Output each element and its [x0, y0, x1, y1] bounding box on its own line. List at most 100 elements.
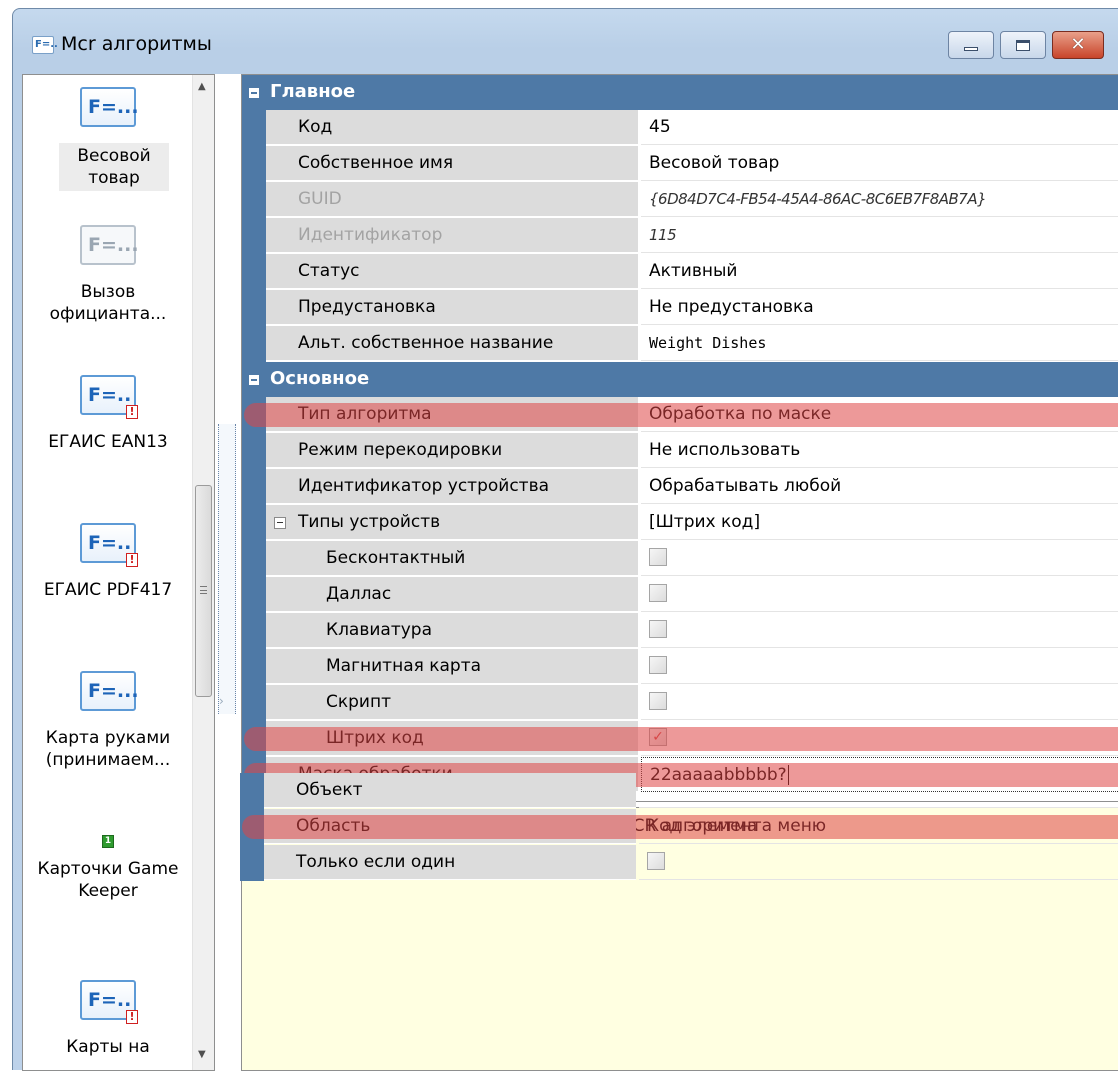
- checkbox[interactable]: [649, 691, 667, 710]
- row-gutter: [242, 433, 266, 469]
- prop-name: Предустановка: [266, 290, 638, 325]
- prop-name: Объект: [264, 773, 636, 808]
- prop-value[interactable]: Код элемента меню: [639, 809, 1118, 844]
- row-gutter: [242, 397, 266, 433]
- prop-value[interactable]: Обрабатывать любой: [641, 469, 1118, 504]
- row-gutter: [242, 613, 266, 649]
- list-item-label: Весовой товар: [59, 143, 169, 191]
- list-item[interactable]: F=... Весовой товар: [23, 87, 193, 191]
- prop-row-recode-mode[interactable]: Режим перекодировки Не использовать: [242, 433, 1118, 469]
- close-button[interactable]: ✕: [1052, 31, 1104, 59]
- prop-value[interactable]: Весовой товар: [641, 146, 1118, 181]
- row-gutter: [242, 110, 266, 146]
- collapse-icon[interactable]: [248, 374, 260, 386]
- warning-icon: !: [126, 1010, 138, 1024]
- list-item[interactable]: F=..! ЕГАИС EAN13: [23, 375, 193, 453]
- title-bar[interactable]: F=.. Mcr алгоритмы ✕: [13, 9, 1118, 73]
- prop-row-object[interactable]: Объект: [240, 773, 1118, 809]
- row-gutter: [242, 649, 266, 685]
- prop-row-identifier[interactable]: Идентификатор 115: [242, 218, 1118, 254]
- prop-name: Альт. собственное название: [266, 326, 638, 361]
- minimize-button[interactable]: [948, 31, 994, 59]
- checkbox[interactable]: [647, 851, 665, 870]
- prop-value[interactable]: [639, 773, 1118, 808]
- prop-value[interactable]: Обработка по маске: [641, 397, 1118, 432]
- maximize-button[interactable]: [1000, 31, 1046, 59]
- prop-value[interactable]: Weight Dishes: [641, 326, 1118, 361]
- checkbox[interactable]: [649, 619, 667, 638]
- prop-row-algorithm-type[interactable]: Тип алгоритма Обработка по маске: [242, 397, 1118, 433]
- prop-name: Тип алгоритма: [266, 397, 638, 432]
- checkbox-checked[interactable]: ✓: [649, 727, 667, 746]
- prop-name: Скрипт: [266, 685, 638, 720]
- prop-row-magnetic-card[interactable]: Магнитная карта: [242, 649, 1118, 685]
- list-item-label: Карточки Game Keeper: [37, 859, 179, 901]
- list-item[interactable]: F=..! Карты на: [23, 980, 193, 1058]
- prop-row-barcode[interactable]: Штрих код ✓: [242, 721, 1118, 757]
- property-grid[interactable]: Главное Код 45 Собственное имя Весовой т…: [241, 74, 1118, 802]
- collapse-icon[interactable]: [274, 517, 286, 529]
- list-item[interactable]: 1 Карточки Game Keeper: [23, 835, 193, 902]
- formula-icon: F=...: [80, 87, 139, 127]
- prop-value[interactable]: 45: [641, 110, 1118, 145]
- prop-value: [639, 845, 1118, 880]
- prop-row-own-name[interactable]: Собственное имя Весовой товар: [242, 146, 1118, 182]
- row-gutter: [242, 505, 266, 541]
- checkbox[interactable]: [649, 655, 667, 674]
- collapse-icon[interactable]: [248, 87, 260, 99]
- checkbox[interactable]: [649, 583, 667, 602]
- prop-row-preset[interactable]: Предустановка Не предустановка: [242, 290, 1118, 326]
- category-main[interactable]: Главное: [242, 75, 1118, 110]
- algorithm-list[interactable]: F=... Весовой товар F=... Вызов официант…: [22, 74, 215, 1071]
- prop-row-dallas[interactable]: Даллас: [242, 577, 1118, 613]
- prop-row-device-id[interactable]: Идентификатор устройства Обрабатывать лю…: [242, 469, 1118, 505]
- list-item-label: Вызов официанта...: [49, 282, 167, 324]
- category-label: Главное: [270, 81, 356, 102]
- prop-row-code[interactable]: Код 45: [242, 110, 1118, 146]
- prop-row-guid[interactable]: GUID {6D84D7C4-FB54-45A4-86AC-8C6EB7F8AB…: [242, 182, 1118, 218]
- warning-icon: !: [126, 553, 138, 567]
- category-basic[interactable]: Основное: [242, 362, 1118, 397]
- grip-icon: [200, 586, 207, 594]
- prop-value: [641, 541, 1118, 576]
- prop-value: ✓: [641, 721, 1118, 756]
- scroll-up-arrow-icon[interactable]: ▲: [198, 81, 206, 92]
- row-gutter: [242, 218, 266, 254]
- prop-row-area[interactable]: Область Код элемента меню: [240, 809, 1118, 845]
- close-icon: ✕: [1070, 34, 1086, 55]
- prop-row-keyboard[interactable]: Клавиатура: [242, 613, 1118, 649]
- list-scrollbar[interactable]: ▲ ▼: [192, 75, 214, 1070]
- prop-value[interactable]: Не использовать: [641, 433, 1118, 468]
- row-gutter: [242, 577, 266, 613]
- property-grid-tail[interactable]: Объект Область Код элемента меню Только …: [240, 773, 1118, 881]
- list-item-label: Карты на: [66, 1037, 150, 1057]
- formula-warning-icon: F=..!: [80, 523, 138, 567]
- list-item[interactable]: F=... Вызов официанта...: [23, 225, 193, 325]
- prop-name: Клавиатура: [266, 613, 638, 648]
- prop-value[interactable]: Не предустановка: [641, 290, 1118, 325]
- formula-warning-icon: F=..!: [80, 980, 138, 1024]
- prop-row-script[interactable]: Скрипт: [242, 685, 1118, 721]
- row-gutter: [242, 469, 266, 505]
- prop-name: Идентификатор: [266, 218, 638, 253]
- prop-row-only-if-one[interactable]: Только если один: [240, 845, 1118, 881]
- client-area: F=... Весовой товар F=... Вызов официант…: [22, 74, 1118, 1071]
- splitter-handle[interactable]: ›: [218, 424, 236, 714]
- prop-value[interactable]: Активный: [641, 254, 1118, 289]
- prop-row-alt-name[interactable]: Альт. собственное название Weight Dishes: [242, 326, 1118, 362]
- formula-icon-disabled: F=...: [80, 225, 139, 265]
- prop-value[interactable]: [Штрих код]: [641, 505, 1118, 540]
- row-gutter: [240, 845, 264, 881]
- row-gutter: [240, 773, 264, 809]
- checkbox[interactable]: [649, 547, 667, 566]
- list-item[interactable]: F=..! ЕГАИС PDF417: [23, 523, 193, 601]
- scroll-thumb[interactable]: [195, 485, 212, 697]
- prop-row-status[interactable]: Статус Активный: [242, 254, 1118, 290]
- prop-name: Бесконтактный: [266, 541, 638, 576]
- prop-row-device-types[interactable]: Типы устройств [Штрих код]: [242, 505, 1118, 541]
- row-gutter: [242, 541, 266, 577]
- scroll-down-arrow-icon[interactable]: ▼: [198, 1049, 206, 1060]
- prop-row-contactless[interactable]: Бесконтактный: [242, 541, 1118, 577]
- prop-name: Собственное имя: [266, 146, 638, 181]
- list-item[interactable]: F=... Карта руками (принимаем...: [23, 671, 193, 771]
